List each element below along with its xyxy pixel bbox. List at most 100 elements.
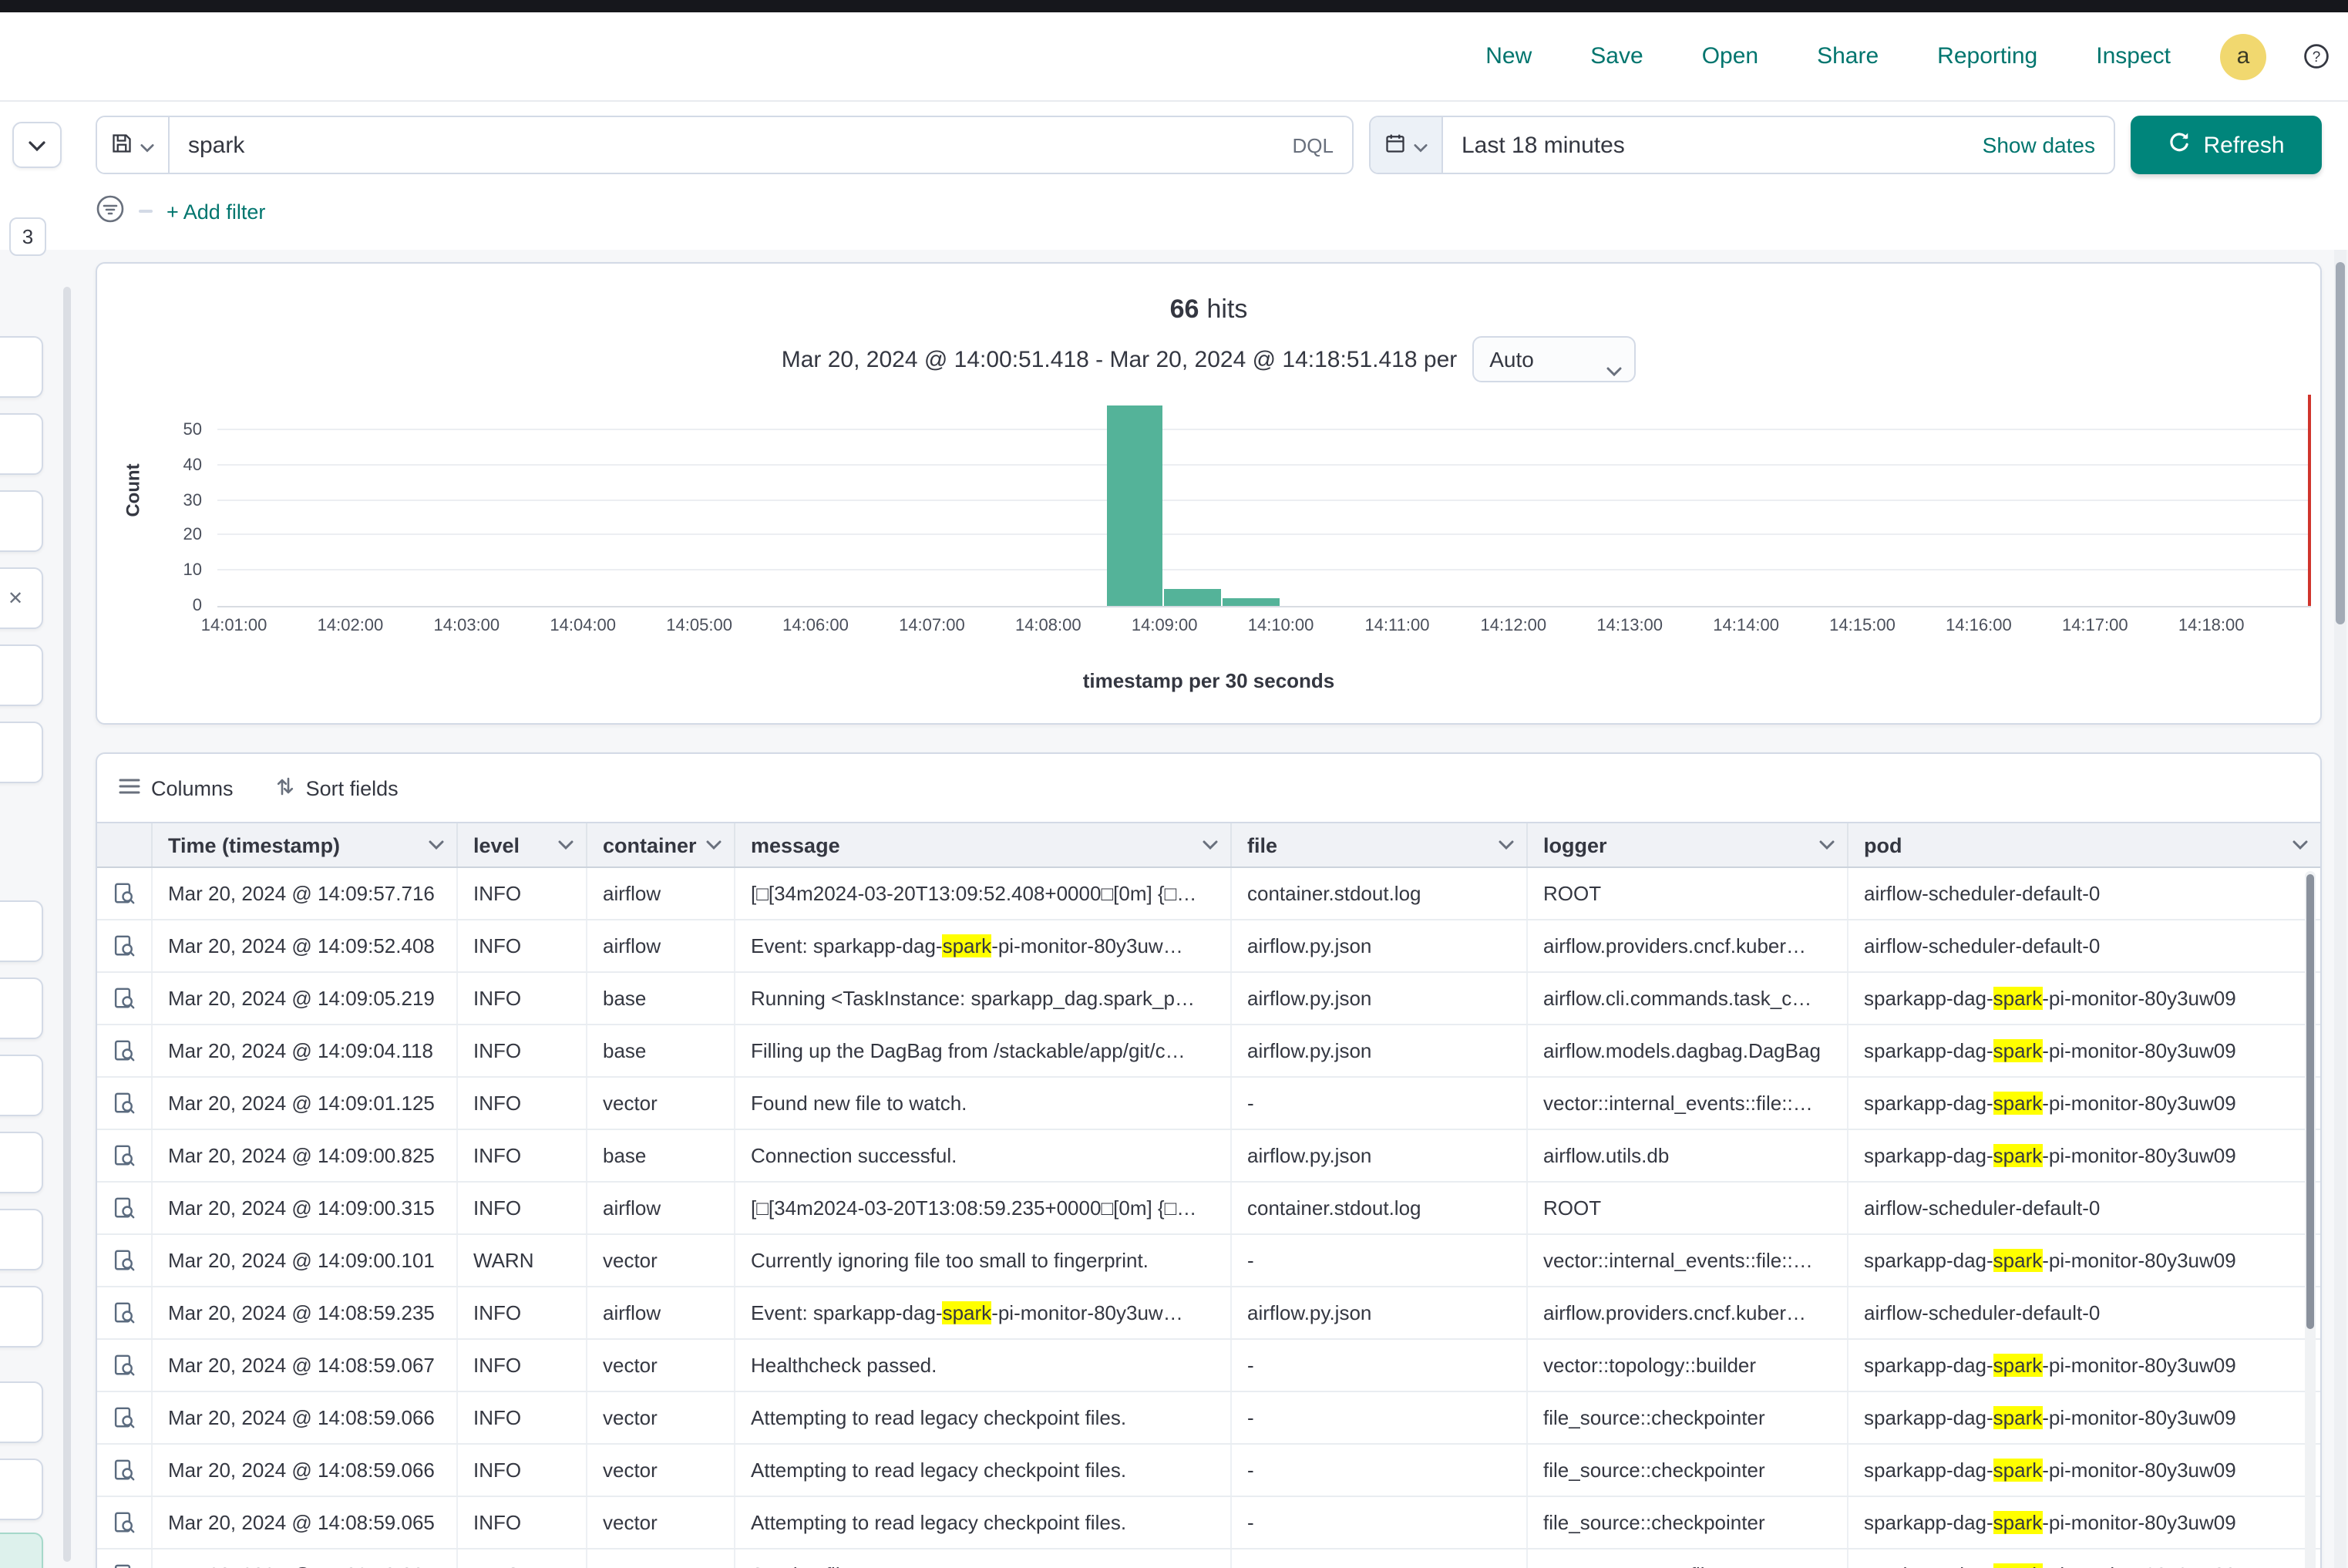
field-pill[interactable] — [0, 1459, 43, 1520]
collapse-sidebar-button[interactable] — [12, 122, 62, 168]
cell-container: vector — [587, 1235, 735, 1286]
svg-text:?: ? — [2313, 49, 2321, 66]
field-pill[interactable] — [0, 722, 43, 783]
column-header-logger[interactable]: logger — [1528, 823, 1848, 866]
expand-document-icon[interactable] — [113, 1459, 136, 1482]
expand-document-icon[interactable] — [113, 1196, 136, 1220]
cell-message: Currently ignoring file too small to fin… — [735, 1235, 1232, 1286]
nav-link-save[interactable]: Save — [1590, 43, 1643, 69]
expand-cell — [97, 1340, 153, 1391]
expand-document-icon[interactable] — [113, 1511, 136, 1534]
table-row: Mar 20, 2024 @ 14:09:00.825INFObaseConne… — [97, 1130, 2320, 1183]
field-pill[interactable] — [0, 490, 43, 552]
nav-link-new[interactable]: New — [1485, 43, 1532, 69]
chevron-down-icon[interactable] — [1819, 840, 1835, 850]
field-pill[interactable] — [0, 900, 43, 962]
field-pill[interactable] — [0, 1132, 43, 1193]
column-header-file[interactable]: file — [1232, 823, 1528, 866]
add-filter-button[interactable]: + Add filter — [167, 200, 265, 223]
field-pill[interactable] — [0, 1286, 43, 1348]
expand-document-icon[interactable] — [113, 987, 136, 1010]
column-header-label: level — [473, 833, 520, 856]
histogram-bar[interactable] — [1165, 588, 1221, 606]
chevron-down-icon[interactable] — [1203, 840, 1218, 850]
expand-document-icon[interactable] — [113, 1563, 136, 1568]
cell-logger: vector::internal_events::file::… — [1528, 1078, 1848, 1129]
nav-link-reporting[interactable]: Reporting — [1937, 43, 2037, 69]
expand-document-icon[interactable] — [113, 1354, 136, 1377]
cell-pod: sparkapp-dag-spark-pi-monitor-80y3uw09 — [1848, 1549, 2320, 1568]
cell-level: INFO — [458, 1025, 587, 1076]
column-header-pod[interactable]: pod — [1848, 823, 2320, 866]
field-pill[interactable] — [0, 977, 43, 1039]
refresh-button[interactable]: Refresh — [2131, 116, 2322, 174]
x-tick-label: 14:18:00 — [2178, 617, 2245, 635]
table-header-row: Time (timestamp) level containermessagefil… — [97, 822, 2320, 868]
search-highlight: spark — [1993, 1406, 2043, 1429]
page-scrollbar-thumb[interactable] — [2336, 262, 2345, 624]
column-header-message[interactable]: message — [735, 823, 1232, 866]
table-scrollbar-thumb[interactable] — [2306, 874, 2314, 1329]
expand-document-icon[interactable] — [113, 1301, 136, 1324]
chevron-down-icon[interactable] — [2292, 840, 2308, 850]
cell-file: - — [1232, 1549, 1528, 1568]
sort-fields-button[interactable]: Sort fields — [277, 775, 399, 801]
sidebar-scrollbar[interactable] — [63, 287, 71, 1562]
table-row: Mar 20, 2024 @ 14:09:04.118INFObaseFilli… — [97, 1025, 2320, 1078]
interval-select[interactable]: Auto — [1472, 336, 1636, 382]
search-highlight: spark — [1993, 1459, 2043, 1482]
x-tick-label: 14:01:00 — [201, 617, 267, 635]
field-pill[interactable] — [0, 1381, 43, 1443]
expand-document-icon[interactable] — [113, 882, 136, 905]
histogram-bar[interactable] — [1106, 405, 1162, 606]
filter-icon[interactable] — [96, 194, 125, 228]
expand-document-icon[interactable] — [113, 1092, 136, 1115]
histogram-bar[interactable] — [1223, 599, 1279, 606]
search-highlight: spark — [943, 934, 992, 957]
nav-link-open[interactable]: Open — [1702, 43, 1758, 69]
columns-button[interactable]: Columns — [119, 776, 234, 799]
table-row: Mar 20, 2024 @ 14:08:59.067INFOvectorHea… — [97, 1340, 2320, 1392]
refresh-icon — [2168, 130, 2191, 160]
time-range-value[interactable]: Last 18 minutes — [1443, 132, 1964, 158]
nav-link-inspect[interactable]: Inspect — [2096, 43, 2171, 69]
page-scrollbar[interactable] — [2334, 250, 2346, 1568]
cell-container: vector — [587, 1497, 735, 1548]
chevron-down-icon[interactable] — [1499, 840, 1514, 850]
field-pill[interactable] — [0, 413, 43, 475]
table-scrollbar[interactable] — [2305, 871, 2316, 1568]
remove-icon[interactable]: ✕ — [8, 587, 23, 609]
chevron-down-icon[interactable] — [558, 840, 574, 850]
search-input[interactable] — [170, 117, 1274, 173]
cell-message: Running <TaskInstance: sparkapp_dag.spar… — [735, 973, 1232, 1024]
chevron-down-icon[interactable] — [706, 840, 722, 850]
field-pill[interactable] — [0, 336, 43, 398]
field-pill[interactable] — [0, 1055, 43, 1116]
expand-document-icon[interactable] — [113, 1039, 136, 1062]
avatar[interactable]: a — [2220, 33, 2266, 79]
column-header-level[interactable]: level — [458, 823, 587, 866]
help-icon[interactable]: ? — [2303, 43, 2329, 69]
cell-file: container.stdout.log — [1232, 1183, 1528, 1233]
cell-time: Mar 20, 2024 @ 14:08:59.065 — [153, 1497, 458, 1548]
expand-cell — [97, 868, 153, 919]
expand-document-icon[interactable] — [113, 1144, 136, 1167]
expand-document-icon[interactable] — [113, 1249, 136, 1272]
nav-link-share[interactable]: Share — [1817, 43, 1879, 69]
query-language-button[interactable]: DQL — [1274, 133, 1352, 156]
calendar-button[interactable] — [1371, 117, 1443, 173]
field-pill[interactable] — [0, 1209, 43, 1270]
field-pill-selected[interactable] — [0, 1533, 43, 1568]
show-dates-button[interactable]: Show dates — [1964, 133, 2114, 157]
cell-file: - — [1232, 1340, 1528, 1391]
column-header-container[interactable]: container — [587, 823, 735, 866]
expand-document-icon[interactable] — [113, 1406, 136, 1429]
save-query-button[interactable] — [97, 117, 170, 173]
chevron-down-icon[interactable] — [429, 840, 444, 850]
cell-time: Mar 20, 2024 @ 14:09:57.716 — [153, 868, 458, 919]
field-pill[interactable] — [0, 644, 43, 706]
expand-document-icon[interactable] — [113, 934, 136, 957]
cell-message: [□[34m2024-03-20T13:09:52.408+0000□[0m] … — [735, 868, 1232, 919]
column-header-time-timestamp[interactable]: Time (timestamp) — [153, 823, 458, 866]
cell-pod: sparkapp-dag-spark-pi-monitor-80y3uw09 — [1848, 973, 2320, 1024]
